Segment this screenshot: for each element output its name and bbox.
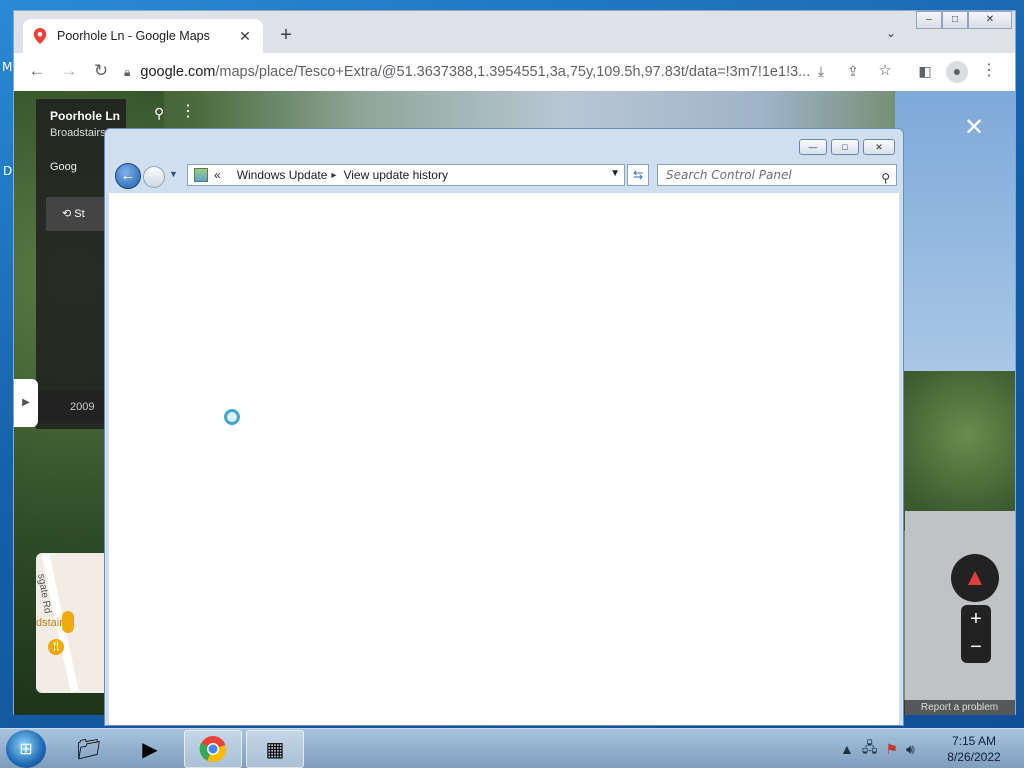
back-icon[interactable]: ← <box>26 61 48 81</box>
explorer-icon[interactable]: 📁︎ <box>60 730 118 768</box>
pin-icon[interactable]: ⚲ <box>154 105 164 122</box>
compass-icon[interactable] <box>951 554 999 602</box>
chrome-minimize-button[interactable]: – <box>916 11 942 29</box>
show-hidden-icons[interactable]: ▲ <box>840 741 854 757</box>
breadcrumb-chevron-icon[interactable]: ▸ <box>331 170 336 181</box>
recent-pages-icon[interactable]: ▼ <box>169 169 178 179</box>
action-center-icon[interactable]: ⚑ <box>885 741 898 758</box>
trees <box>895 371 1015 531</box>
zoom-in-button[interactable]: + <box>961 605 991 633</box>
profile-icon[interactable]: ● <box>946 61 968 83</box>
new-tab-button[interactable]: + <box>276 24 296 46</box>
search-icon[interactable]: ⚲ <box>881 168 890 188</box>
share-icon[interactable]: ⇪ <box>842 61 864 81</box>
maps-favicon-icon <box>33 28 47 44</box>
chrome-maximize-button[interactable]: □ <box>942 11 968 29</box>
google-maps-link[interactable]: Goog <box>50 161 77 173</box>
tab-close-icon[interactable]: ✕ <box>237 28 253 45</box>
lock-icon: 🔒︎ <box>124 64 131 79</box>
desktop-text: M <box>2 60 13 74</box>
search-input[interactable]: Search Control Panel ⚲ <box>657 164 897 186</box>
taskbar: ⊞ 📁︎ ▶ ▦ ▲ 🖧︎ ⚑ 🔊︎ 7:15 AM 8/26/2022 <box>0 728 1024 768</box>
back-button[interactable]: ← <box>115 163 141 189</box>
star-icon[interactable]: ☆ <box>874 61 896 81</box>
refresh-icon[interactable]: ⇆ <box>627 164 649 186</box>
restaurant-icon: 🍴︎ <box>48 639 64 655</box>
pegman-icon[interactable] <box>62 611 74 633</box>
expand-panel-icon[interactable]: ▶ <box>14 379 38 427</box>
side-panel-icon[interactable]: ◧ <box>914 61 936 81</box>
browser-tab[interactable]: Poorhole Ln - Google Maps ✕ <box>23 19 263 53</box>
address-bar[interactable]: 🔒︎ google.com/maps/place/Tesco+Extra/@51… <box>124 58 816 86</box>
forward-icon[interactable]: → <box>58 61 80 81</box>
tab-search-icon[interactable]: ⌄ <box>886 26 896 40</box>
road <box>905 511 1015 715</box>
zoom-out-button[interactable]: − <box>961 633 991 661</box>
breadcrumb-overflow[interactable]: « <box>214 168 221 182</box>
cp-close-button[interactable]: ✕ <box>863 139 895 155</box>
install-icon[interactable]: ⤓ <box>810 61 832 81</box>
address-dropdown-icon[interactable]: ▼ <box>610 168 620 179</box>
street-name: Poorhole Ln <box>50 109 120 123</box>
busy-indicator-icon <box>224 409 240 425</box>
more-icon[interactable]: ⋮ <box>180 101 196 121</box>
start-button[interactable]: ⊞ <box>6 730 46 768</box>
navigation-bar: ← ▼ « Windows Update ▸ View update histo… <box>113 163 897 189</box>
zoom-control: + − <box>961 605 991 663</box>
breadcrumb-windows-update[interactable]: Windows Update <box>237 168 328 182</box>
chrome-close-button[interactable]: ✕ <box>968 11 1012 29</box>
forward-button[interactable] <box>143 166 165 188</box>
system-tray: ▲ 🖧︎ ⚑ 🔊︎ <box>840 729 915 768</box>
report-problem-link[interactable]: Report a problem <box>904 700 1015 715</box>
reload-icon[interactable]: ↻ <box>90 61 112 81</box>
url-text: google.com/maps/place/Tesco+Extra/@51.36… <box>140 64 811 80</box>
control-panel-icon <box>194 168 208 182</box>
content-area <box>109 193 899 725</box>
cp-maximize-button[interactable]: □ <box>831 139 859 155</box>
desktop-text: D <box>3 164 13 178</box>
tab-strip: Poorhole Ln - Google Maps ✕ + ⌄ – □ ✕ <box>14 11 1015 53</box>
sky <box>895 91 1015 371</box>
volume-icon[interactable]: 🔊︎ <box>906 741 915 758</box>
cp-minimize-button[interactable]: — <box>799 139 827 155</box>
media-player-icon[interactable]: ▶ <box>121 730 179 768</box>
tab-title: Poorhole Ln - Google Maps <box>57 29 210 43</box>
clock[interactable]: 7:15 AM 8/26/2022 <box>934 733 1014 765</box>
breadcrumb-view-update-history[interactable]: View update history <box>343 168 448 182</box>
menu-icon[interactable]: ⋮ <box>978 61 1000 81</box>
breadcrumb[interactable]: « Windows Update ▸ View update history ▼ <box>187 164 625 186</box>
clock-time: 7:15 AM <box>951 734 997 748</box>
town-name: Broadstairs <box>50 127 106 139</box>
close-street-view-icon[interactable]: ✕ <box>964 113 984 142</box>
chrome-icon[interactable] <box>184 730 242 768</box>
control-panel-taskbar-icon[interactable]: ▦ <box>246 730 304 768</box>
clock-date: 8/26/2022 <box>947 750 1001 764</box>
network-icon[interactable]: 🖧︎ <box>862 737 878 761</box>
